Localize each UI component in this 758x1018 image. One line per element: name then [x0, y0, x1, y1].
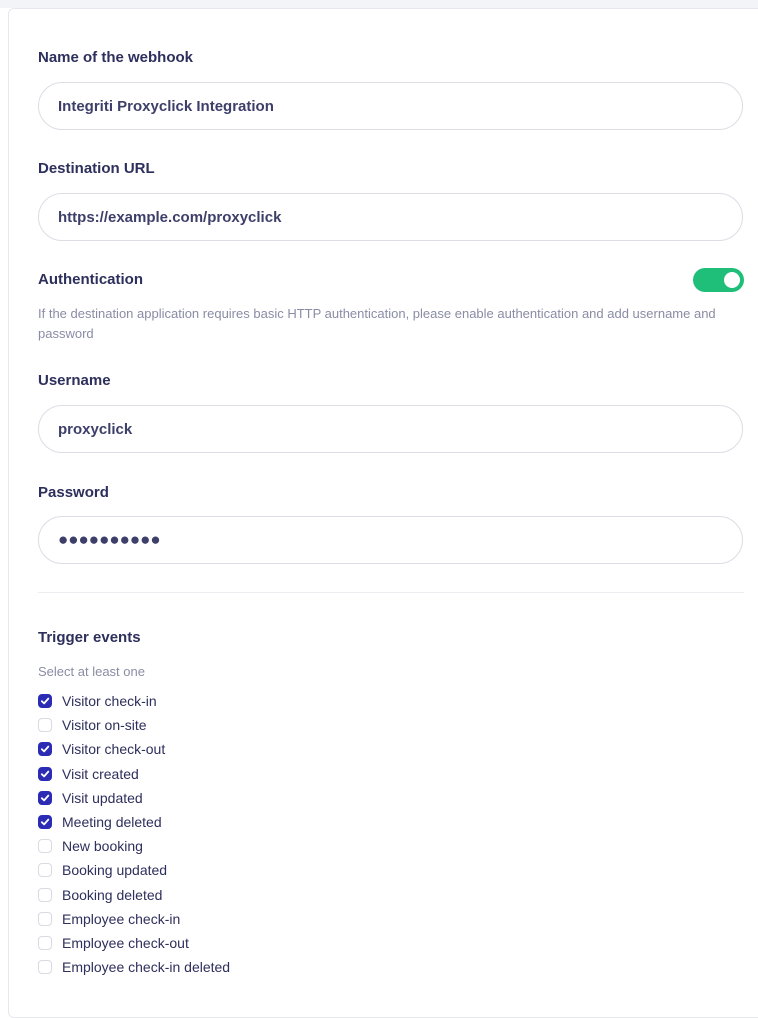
trigger-event-label: Booking deleted [62, 886, 163, 903]
webhook-name-label: Name of the webhook [38, 49, 194, 66]
checkmark-icon [40, 818, 50, 826]
trigger-event-item[interactable]: Meeting deleted [38, 810, 230, 834]
checkbox[interactable] [38, 960, 52, 975]
webhook-name-value: Integriti Proxyclick Integration [58, 97, 274, 115]
trigger-event-label: Booking updated [62, 862, 168, 879]
checkbox[interactable] [38, 815, 52, 830]
authentication-help-text: If the destination application requires … [38, 306, 716, 341]
authentication-label: Authentication [38, 271, 143, 288]
checkbox[interactable] [38, 742, 52, 757]
checkbox[interactable] [38, 935, 52, 950]
trigger-events-title: Trigger events [38, 629, 141, 646]
trigger-event-label: Visitor check-out [62, 741, 166, 758]
top-bar [0, 0, 758, 8]
trigger-event-label: Meeting deleted [62, 814, 162, 831]
checkbox[interactable] [38, 887, 52, 902]
checkmark-icon [40, 746, 50, 753]
trigger-event-label: Visitor on-site [62, 717, 147, 734]
trigger-event-label: New booking [62, 838, 143, 855]
username-input[interactable]: proxyclick [38, 405, 743, 453]
checkbox[interactable] [38, 790, 52, 805]
trigger-event-label: Employee check-out [62, 934, 189, 951]
trigger-event-item[interactable]: New booking [38, 834, 230, 858]
trigger-event-item[interactable]: Booking deleted [38, 883, 230, 907]
trigger-event-label: Employee check-in [62, 910, 181, 927]
username-value: proxyclick [58, 420, 133, 438]
trigger-event-item[interactable]: Employee check-in [38, 907, 230, 931]
checkbox[interactable] [38, 863, 52, 878]
checkmark-icon [40, 697, 50, 705]
checkmark-icon [40, 770, 50, 777]
checkbox[interactable] [38, 911, 52, 926]
trigger-event-item[interactable]: Visitor on-site [38, 713, 230, 737]
trigger-events-hint: Select at least one [38, 664, 145, 679]
webhook-name-input[interactable]: Integriti Proxyclick Integration [38, 82, 743, 130]
password-masked-value: ●●●●●●●●●● [58, 530, 161, 549]
trigger-event-item[interactable]: Visitor check-in [38, 689, 230, 713]
trigger-event-label: Visit created [62, 765, 139, 782]
trigger-event-item[interactable]: Employee check-in deleted [38, 955, 230, 979]
trigger-event-item[interactable]: Booking updated [38, 858, 230, 882]
trigger-event-label: Visitor check-in [62, 693, 157, 710]
trigger-event-item[interactable]: Visit updated [38, 786, 230, 810]
checkbox[interactable] [38, 839, 52, 854]
checkmark-icon [40, 794, 50, 802]
trigger-event-item[interactable]: Visitor check-out [38, 737, 230, 761]
trigger-event-item[interactable]: Visit created [38, 762, 230, 786]
trigger-events-list: Visitor check-in Visitor on-site Visitor c… [38, 689, 230, 979]
destination-url-label: Destination URL [38, 160, 155, 177]
password-input[interactable]: ●●●●●●●●●● [38, 516, 743, 564]
authentication-toggle[interactable] [693, 268, 744, 292]
destination-url-input[interactable]: https://example.com/proxyclick [38, 193, 743, 241]
checkbox[interactable] [38, 766, 52, 781]
trigger-event-label: Visit updated [62, 789, 143, 806]
username-label: Username [38, 372, 111, 389]
checkbox[interactable] [38, 694, 52, 709]
section-divider [38, 592, 744, 593]
toggle-knob [724, 272, 740, 288]
destination-url-value: https://example.com/proxyclick [58, 208, 282, 226]
trigger-event-label: Employee check-in deleted [62, 959, 231, 976]
password-label: Password [38, 484, 109, 501]
checkbox[interactable] [38, 718, 52, 733]
trigger-event-item[interactable]: Employee check-out [38, 931, 230, 955]
